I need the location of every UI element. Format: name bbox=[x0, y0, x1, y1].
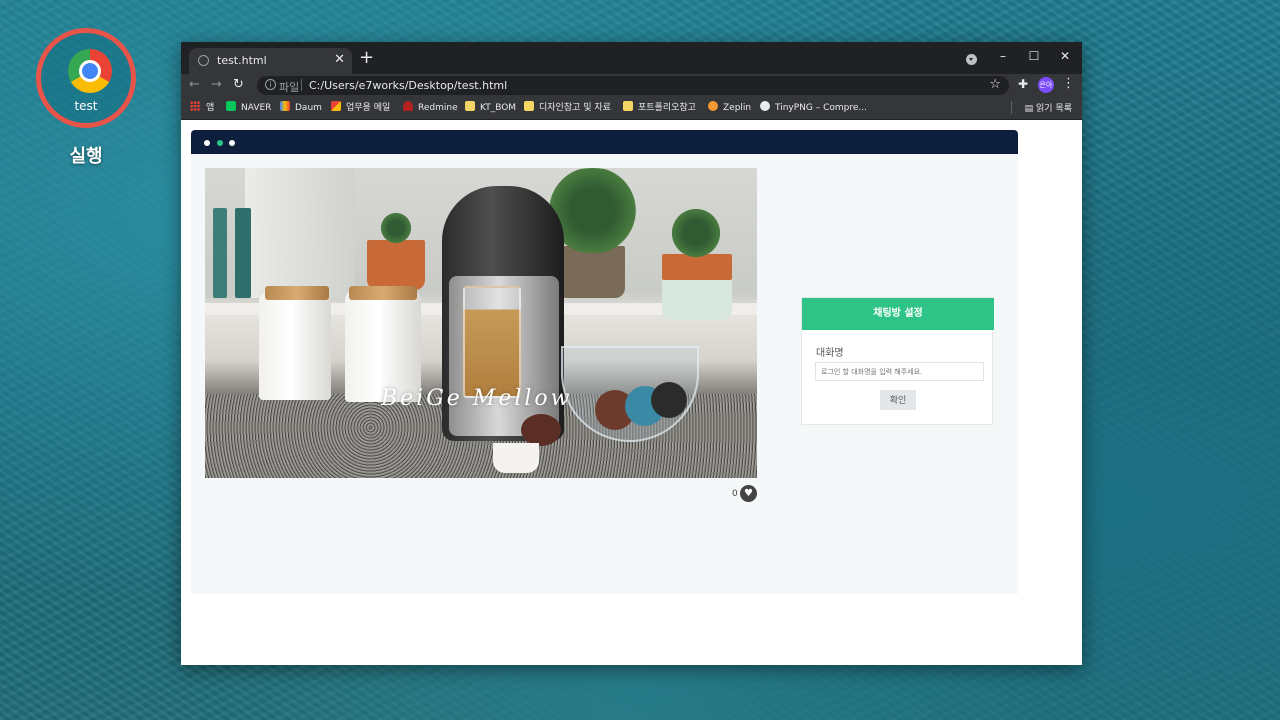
bookmark-label: 디자인참고 및 자료 bbox=[539, 103, 611, 113]
photo-aloe bbox=[665, 208, 727, 258]
bookmark-portfolio-ref[interactable]: 포트폴리오참고 bbox=[623, 101, 696, 114]
tab-strip: test.html ✕ + – ☐ ✕ bbox=[181, 42, 1082, 74]
bookmark-tinypng[interactable]: TinyPNG – Compre... bbox=[760, 101, 867, 114]
photo-cup bbox=[493, 443, 539, 473]
bookmark-daum[interactable]: Daum bbox=[280, 101, 322, 114]
back-button[interactable]: ← bbox=[189, 77, 200, 93]
new-tab-button[interactable]: + bbox=[359, 48, 374, 68]
photo-jar-lid-1 bbox=[265, 286, 329, 300]
page-content: BeiGe Mellow 0 ♥ 채팅방 설정 대화명 확인 bbox=[181, 120, 1082, 665]
tab-title: test.html bbox=[217, 54, 267, 67]
chat-settings-panel: 채팅방 설정 대화명 확인 bbox=[801, 297, 994, 425]
coffee-photo: BeiGe Mellow bbox=[205, 168, 757, 478]
bookmark-label: Daum bbox=[295, 103, 322, 113]
address-bar[interactable]: i 파일 C:/Users/e7works/Desktop/test.html … bbox=[257, 76, 1009, 95]
tinypng-icon bbox=[760, 101, 770, 111]
bookmark-label: Redmine bbox=[418, 103, 458, 113]
photo-cactus bbox=[377, 212, 415, 244]
bookmark-kt-bom[interactable]: KT_BOM bbox=[465, 101, 516, 114]
minimize-button[interactable]: – bbox=[988, 46, 1018, 66]
bookmark-label: Zeplin bbox=[723, 103, 752, 113]
tab-test-html[interactable]: test.html ✕ bbox=[189, 48, 352, 74]
header-dot-3 bbox=[229, 140, 235, 146]
close-icon[interactable]: ✕ bbox=[334, 52, 345, 67]
desktop-shortcut-label: test bbox=[74, 99, 98, 113]
bookmark-mail[interactable]: 업무용 메일 bbox=[331, 101, 390, 114]
header-dot-2 bbox=[217, 140, 223, 146]
header-dot-1 bbox=[204, 140, 210, 146]
photo-pot-1 bbox=[367, 240, 425, 290]
daum-icon bbox=[280, 101, 290, 111]
folder-icon bbox=[524, 101, 534, 111]
menu-dots-icon[interactable]: ⋮ bbox=[1062, 76, 1075, 91]
maximize-button[interactable]: ☐ bbox=[1019, 46, 1049, 66]
browser-window: test.html ✕ + – ☐ ✕ ← → ↻ i 파일 C:/Users/… bbox=[181, 42, 1082, 665]
nickname-input[interactable] bbox=[815, 362, 984, 381]
address-divider bbox=[301, 79, 302, 91]
reading-list-button[interactable]: ▤ 읽기 목록 bbox=[1025, 101, 1072, 114]
app-header-bar bbox=[191, 130, 1018, 154]
photo-coffee-glass bbox=[463, 286, 521, 398]
address-url[interactable]: C:/Users/e7works/Desktop/test.html bbox=[309, 79, 507, 92]
tab-search-icon[interactable] bbox=[966, 54, 977, 65]
heart-icon[interactable]: ♥ bbox=[740, 485, 757, 502]
like-count: 0 bbox=[732, 489, 738, 499]
bookmark-label: NAVER bbox=[241, 103, 272, 113]
info-icon[interactable]: i bbox=[265, 79, 276, 90]
browser-toolbar: ← → ↻ i 파일 C:/Users/e7works/Desktop/test… bbox=[181, 74, 1082, 96]
naver-icon bbox=[226, 101, 236, 111]
apps-grid-icon bbox=[190, 101, 200, 111]
chat-settings-title: 채팅방 설정 bbox=[802, 298, 994, 330]
confirm-button[interactable]: 확인 bbox=[880, 390, 916, 410]
bookmark-zeplin[interactable]: Zeplin bbox=[708, 101, 751, 114]
chrome-icon bbox=[68, 49, 112, 93]
bookmark-design-ref[interactable]: 디자인참고 및 자료 bbox=[524, 101, 611, 114]
extensions-icon[interactable]: ✚ bbox=[1018, 77, 1028, 91]
bookmark-label: TinyPNG – Compre... bbox=[775, 103, 867, 113]
folder-icon bbox=[465, 101, 475, 111]
photo-pot-2 bbox=[557, 246, 625, 298]
photo-tin-2 bbox=[235, 208, 251, 298]
redmine-icon bbox=[403, 101, 413, 111]
photo-jar-lid-2 bbox=[349, 286, 417, 300]
photo-tin-1 bbox=[213, 208, 227, 298]
address-scheme-label: 파일 bbox=[279, 81, 300, 94]
close-window-button[interactable]: ✕ bbox=[1050, 46, 1080, 66]
desktop-shortcut-test[interactable]: test bbox=[36, 28, 136, 128]
photo-capsule-3 bbox=[651, 382, 687, 418]
photo-watermark: BeiGe Mellow bbox=[381, 386, 573, 411]
bookmarks-divider bbox=[1011, 101, 1012, 114]
profile-avatar[interactable]: 은아 bbox=[1038, 77, 1054, 93]
photo-jar-1 bbox=[259, 292, 331, 400]
bookmark-label: 앱 bbox=[206, 103, 215, 113]
bookmark-naver[interactable]: NAVER bbox=[226, 101, 271, 114]
bookmark-label: 업무용 메일 bbox=[346, 103, 391, 113]
reload-button[interactable]: ↻ bbox=[233, 77, 244, 93]
zeplin-icon bbox=[708, 101, 718, 111]
folder-icon bbox=[623, 101, 633, 111]
bookmark-label: 포트폴리오참고 bbox=[638, 103, 696, 113]
nickname-label: 대화명 bbox=[816, 348, 844, 359]
bookmark-apps[interactable]: 앱 bbox=[190, 101, 214, 114]
bookmarks-bar: 앱 NAVER Daum 업무용 메일 Redmine KT_BOM 디자인참고… bbox=[181, 96, 1082, 120]
gmail-icon bbox=[331, 101, 341, 111]
bookmark-redmine[interactable]: Redmine bbox=[403, 101, 458, 114]
photo-window bbox=[245, 168, 355, 298]
reading-list-label: 읽기 목록 bbox=[1036, 104, 1072, 114]
globe-icon bbox=[198, 55, 209, 66]
photo-capsule-4 bbox=[521, 414, 561, 446]
run-label: 실행 bbox=[69, 146, 103, 167]
star-icon[interactable]: ☆ bbox=[989, 77, 1001, 92]
app-body: BeiGe Mellow 0 ♥ 채팅방 설정 대화명 확인 bbox=[191, 154, 1018, 594]
bookmark-label: KT_BOM bbox=[480, 103, 517, 113]
forward-button[interactable]: → bbox=[211, 77, 222, 93]
